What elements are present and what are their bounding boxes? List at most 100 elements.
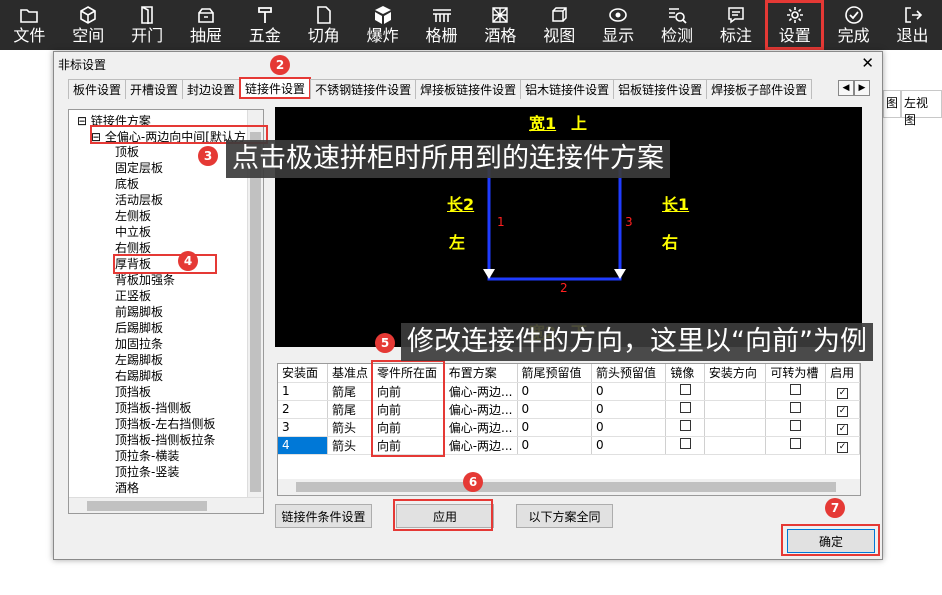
grid-cell-head[interactable]: 0: [591, 382, 667, 401]
tab-welded-connector-settings[interactable]: 焊接板链接件设置: [415, 79, 522, 99]
apply-all-below-button[interactable]: 以下方案全同: [516, 504, 613, 528]
toolbar-door-button[interactable]: 开门: [118, 0, 177, 50]
connector-conditions-button[interactable]: 链接件条件设置: [275, 504, 372, 528]
tree-item[interactable]: 厚背板: [112, 254, 218, 274]
toolbar-settings-button[interactable]: 设置: [765, 0, 825, 50]
grid-checkbox-cell[interactable]: ✓: [825, 382, 860, 401]
grid-checkbox-cell[interactable]: [765, 436, 827, 455]
grid-checkbox-cell[interactable]: [765, 382, 827, 401]
col-install-direction[interactable]: 安装方向: [704, 364, 767, 383]
checkbox[interactable]: [790, 420, 802, 431]
tab-welded-subpart-settings[interactable]: 焊接板子部件设置: [706, 79, 813, 99]
tab-alu-panel-connector-settings[interactable]: 铝板链接件设置: [613, 79, 708, 99]
tab-groove-settings[interactable]: 开槽设置: [125, 79, 184, 99]
checkbox[interactable]: [790, 402, 802, 413]
grid-cell-base[interactable]: 箭头: [327, 418, 374, 437]
toolbar-display-button[interactable]: 显示: [589, 0, 648, 50]
tree-item[interactable]: 顶拉条-竖装: [115, 464, 215, 480]
checkbox[interactable]: ✓: [837, 423, 849, 435]
col-mirror[interactable]: 镜像: [665, 364, 705, 383]
grid-cell-face[interactable]: 1: [278, 382, 328, 401]
table-row[interactable]: 2 箭尾 向前 偏心-两边... 0 0 ✓: [278, 400, 860, 419]
tree-item[interactable]: 顶挡板-左右挡侧板: [115, 416, 215, 432]
grid-horizontal-scrollbar[interactable]: [278, 479, 860, 495]
toolbar-exit-button[interactable]: 退出: [883, 0, 942, 50]
tree-item[interactable]: 右侧板: [115, 240, 215, 256]
tree-item[interactable]: 后踢脚板: [115, 320, 215, 336]
grid-cell-install-direction[interactable]: [704, 436, 767, 455]
grid-cell-head[interactable]: 0: [591, 418, 667, 437]
tree-item[interactable]: 左踢脚板: [115, 352, 215, 368]
toolbar-inspect-button[interactable]: 检测: [648, 0, 707, 50]
tree-item[interactable]: 活动层板: [115, 192, 215, 208]
toolbar-hardware-button[interactable]: 五金: [236, 0, 295, 50]
grid-checkbox-cell[interactable]: [665, 418, 705, 437]
tab-panel-settings[interactable]: 板件设置: [68, 79, 127, 99]
grid-cell-face[interactable]: 2: [278, 400, 328, 419]
tab-stainless-connector-settings[interactable]: 不锈钢链接件设置: [310, 79, 417, 99]
tree-item[interactable]: 前踢脚板: [115, 304, 215, 320]
toolbar-space-button[interactable]: 空间: [59, 0, 118, 50]
table-row[interactable]: 1 箭尾 向前 偏心-两边... 0 0 ✓: [278, 382, 860, 401]
toolbar-file-button[interactable]: 文件: [0, 0, 59, 50]
tab-connector-settings[interactable]: 链接件设置: [239, 77, 312, 99]
grid-cell-layout[interactable]: 偏心-两边...: [444, 382, 518, 401]
close-icon[interactable]: ✕: [861, 54, 874, 72]
toolbar-corner-cut-button[interactable]: 切角: [294, 0, 353, 50]
grid-cell-layout[interactable]: 偏心-两边...: [444, 436, 518, 455]
grid-cell-tail[interactable]: 0: [517, 382, 592, 401]
checkbox[interactable]: [679, 402, 691, 413]
col-tail-reserve[interactable]: 箭尾预留值: [517, 364, 592, 383]
tree-item[interactable]: 背板加强条: [115, 272, 215, 288]
grid-cell-face[interactable]: 4: [278, 436, 328, 455]
tree-item[interactable]: 底板: [115, 176, 215, 192]
checkbox[interactable]: [790, 384, 802, 395]
toolbar-drawer-button[interactable]: 抽屉: [177, 0, 236, 50]
tree-item[interactable]: 酒格: [115, 480, 215, 496]
grid-checkbox-cell[interactable]: ✓: [825, 418, 860, 437]
tree-item[interactable]: 左侧板: [115, 208, 215, 224]
grid-checkbox-cell[interactable]: [665, 400, 705, 419]
grid-cell-tail[interactable]: 0: [517, 418, 592, 437]
grid-cell-layout[interactable]: 偏心-两边...: [444, 400, 518, 419]
tree-item[interactable]: 加固拉条: [115, 336, 215, 352]
grid-cell-base[interactable]: 箭尾: [327, 382, 374, 401]
col-head-reserve[interactable]: 箭头预留值: [591, 364, 667, 383]
grid-checkbox-cell[interactable]: [665, 382, 705, 401]
tree-item[interactable]: 右踢脚板: [115, 368, 215, 384]
tree-item[interactable]: 顶挡板: [115, 384, 215, 400]
tree-item[interactable]: 顶挡板-挡侧板: [115, 400, 215, 416]
grid-cell-base[interactable]: 箭尾: [327, 400, 374, 419]
toolbar-explode-button[interactable]: 爆炸: [353, 0, 412, 50]
table-row[interactable]: 3 箭头 向前 偏心-两边... 0 0 ✓: [278, 418, 860, 437]
toolbar-grille-button[interactable]: 格栅: [412, 0, 471, 50]
toolbar-annotate-button[interactable]: 标注: [707, 0, 766, 50]
col-enabled[interactable]: 启用: [825, 364, 860, 383]
tree-item[interactable]: 顶挡板-挡侧板拉条: [115, 432, 215, 448]
checkbox[interactable]: [679, 438, 691, 449]
tab-edge-settings[interactable]: 封边设置: [182, 79, 241, 99]
grid-cell-head[interactable]: 0: [591, 436, 667, 455]
tree-item[interactable]: 顶拉条-横装: [115, 448, 215, 464]
checkbox[interactable]: [679, 384, 691, 395]
grid-checkbox-cell[interactable]: ✓: [825, 436, 860, 455]
col-base-point[interactable]: 基准点: [327, 364, 374, 383]
grid-cell-install-direction[interactable]: [704, 400, 767, 419]
grid-checkbox-cell[interactable]: ✓: [825, 400, 860, 419]
checkbox[interactable]: [790, 438, 802, 449]
checkbox[interactable]: ✓: [837, 441, 849, 453]
grid-cell-base[interactable]: 箭头: [327, 436, 374, 455]
grid-cell-install-direction[interactable]: [704, 418, 767, 437]
tree-item[interactable]: 中立板: [115, 224, 215, 240]
checkbox[interactable]: ✓: [837, 387, 849, 399]
col-convertible-groove[interactable]: 可转为槽: [765, 364, 827, 383]
toolbar-wine-rack-button[interactable]: 酒格: [471, 0, 530, 50]
tab-scroll-right-icon[interactable]: ▶: [854, 80, 870, 96]
checkbox[interactable]: ✓: [837, 405, 849, 417]
grid-cell-head[interactable]: 0: [591, 400, 667, 419]
background-tab-view[interactable]: 图: [883, 90, 902, 118]
grid-cell-tail[interactable]: 0: [517, 436, 592, 455]
tree-horizontal-scrollbar[interactable]: [69, 497, 263, 513]
col-install-face[interactable]: 安装面: [278, 364, 328, 383]
grid-cell-tail[interactable]: 0: [517, 400, 592, 419]
